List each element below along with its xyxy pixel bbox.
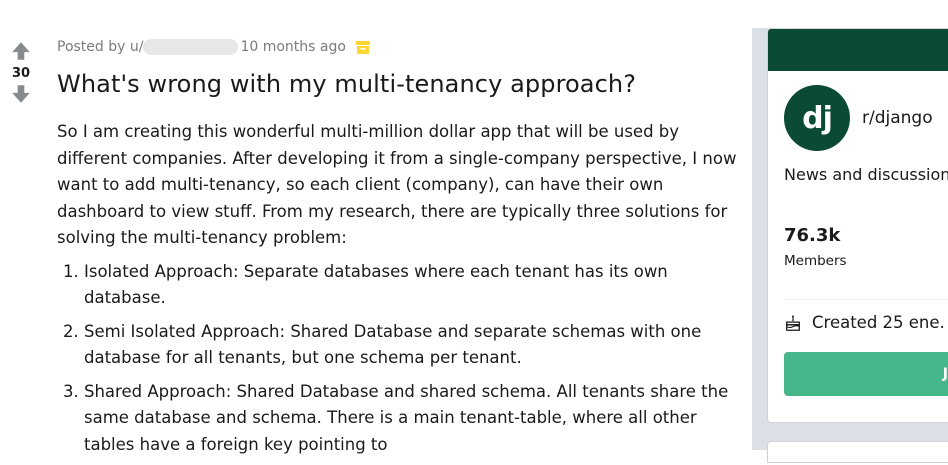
posted-by-label: Posted by u/: [57, 39, 144, 55]
subreddit-row: dj r/django: [784, 85, 933, 151]
subreddit-logo[interactable]: dj: [784, 85, 850, 151]
post-time[interactable]: 10 months ago: [240, 39, 345, 55]
created-date: Created 25 ene.: [784, 313, 945, 332]
upvote-arrow-icon[interactable]: [8, 40, 34, 62]
list-item: Semi Isolated Approach: Shared Database …: [84, 319, 737, 372]
post: Posted by u/ 10 months ago What's wrong …: [57, 36, 737, 465]
post-meta: Posted by u/ 10 months ago: [57, 36, 737, 58]
join-button[interactable]: J: [784, 352, 948, 396]
approach-list: Isolated Approach: Separate databases wh…: [57, 259, 737, 459]
members-count: 76.3k: [784, 225, 841, 246]
post-body-intro: So I am creating this wonderful multi-mi…: [57, 122, 737, 247]
downvote-arrow-icon[interactable]: [8, 83, 34, 105]
archive-icon: [355, 40, 370, 54]
subreddit-name[interactable]: r/django: [862, 108, 933, 128]
subreddit-card: dj r/django News and discussion about th…: [767, 28, 948, 423]
redacted-username: [143, 39, 239, 55]
post-title[interactable]: What's wrong with my multi-tenancy appro…: [57, 67, 737, 101]
list-item: Shared Approach: Shared Database and sha…: [84, 379, 737, 459]
secondary-card: [767, 441, 948, 463]
divider: [784, 299, 948, 300]
list-item: Isolated Approach: Separate databases wh…: [84, 259, 737, 312]
members-label: Members: [784, 253, 847, 269]
cake-icon: [786, 314, 800, 331]
card-header-banner: [768, 29, 948, 71]
post-body: So I am creating this wonderful multi-mi…: [57, 119, 737, 458]
subreddit-description: News and discussion about the Django web…: [784, 165, 948, 184]
vote-column: 30: [8, 40, 34, 105]
created-label: Created 25 ene.: [812, 313, 945, 332]
vote-score: 30: [11, 66, 31, 81]
